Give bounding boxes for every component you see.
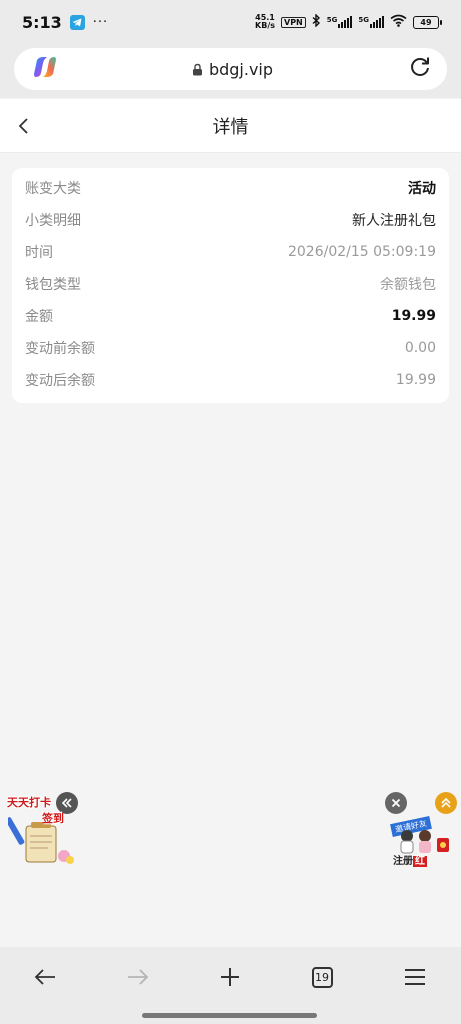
status-right: 45.1 KB/s VPN 5G 5G 49 [255,13,442,30]
tabs-button[interactable]: 19 [300,959,344,995]
signal-label-1: 5G [326,16,338,24]
home-indicator [142,1013,317,1018]
page-header: 详情 [0,99,461,153]
bluetooth-icon [312,13,321,30]
browser-toolbar: bdgj.vip [0,44,461,98]
status-left: 5:13 ··· [22,13,108,32]
detail-row-wallet-type: 钱包类型 余额钱包 [25,268,436,300]
invite-float-widget[interactable]: 邀请好友 注册红 [383,790,461,870]
invite-bottom-prefix: 注册 [393,856,413,867]
signal-5g-2-icon: 5G [358,16,384,28]
battery-indicator: 49 [413,15,442,29]
invite-bottom-red: 红 [413,856,427,867]
network-speed-unit: KB/s [255,21,275,30]
status-time: 5:13 [22,12,62,32]
vpn-badge: VPN [281,16,306,28]
detail-label: 变动前余额 [25,341,95,357]
detail-label: 时间 [25,245,53,261]
detail-label: 变动后余额 [25,373,95,389]
signal-label-2: 5G [358,16,369,24]
detail-value: 19.99 [395,372,436,388]
copilot-icon[interactable] [32,54,58,84]
double-chevron-up-icon[interactable] [435,792,457,814]
close-icon[interactable] [385,792,407,814]
detail-card: 账变大类 活动 小类明细 新人注册礼包 时间 2026/02/15 05:09:… [12,168,449,403]
wifi-icon [390,14,407,30]
tab-count: 19 [311,966,333,988]
detail-label: 钱包类型 [25,277,81,293]
detail-label: 账变大类 [25,181,81,197]
checkin-float-widget[interactable]: 天天打卡 签到 [4,790,84,870]
checkin-subtitle: 签到 [42,812,64,825]
status-bar: 5:13 ··· 45.1 KB/s VPN 5G 5G 49 [0,0,461,44]
url-text: bdgj.vip [208,59,274,79]
network-speed: 45.1 KB/s [255,14,275,30]
page-title: 详情 [212,116,249,138]
detail-value: 0.00 [404,340,436,356]
new-tab-plus-icon[interactable] [208,959,252,995]
telegram-icon [69,14,85,30]
detail-row-balance-after: 变动后余额 19.99 [25,364,436,396]
back-chevron-icon[interactable] [10,112,38,140]
detail-value: 2026/02/15 05:09:19 [287,244,436,260]
detail-value: 新人注册礼包 [352,213,436,229]
detail-value: 19.99 [391,308,436,324]
detail-row-time: 时间 2026/02/15 05:09:19 [25,236,436,268]
detail-row-balance-before: 变动前余额 0.00 [25,332,436,364]
detail-row-category: 账变大类 活动 [25,172,436,204]
detail-value: 活动 [408,181,436,197]
detail-label: 金额 [25,309,53,325]
reload-icon[interactable] [407,54,433,84]
url-display[interactable]: bdgj.vip [192,60,273,79]
detail-label: 小类明细 [25,213,81,229]
address-bar[interactable]: bdgj.vip [14,48,447,90]
detail-row-subcategory: 小类明细 新人注册礼包 [25,204,436,236]
menu-hamburger-icon[interactable] [393,959,437,995]
signal-5g-1-icon: 5G [327,16,353,28]
lock-icon [192,63,202,75]
detail-value: 余额钱包 [380,277,436,293]
more-notifications-icon: ··· [92,14,109,30]
forward-arrow-icon[interactable] [116,959,160,995]
detail-row-amount: 金额 19.99 [25,300,436,332]
back-arrow-icon[interactable] [23,959,67,995]
invite-illustration-icon [400,830,449,854]
invite-bottom-text: 注册红 [393,852,427,867]
